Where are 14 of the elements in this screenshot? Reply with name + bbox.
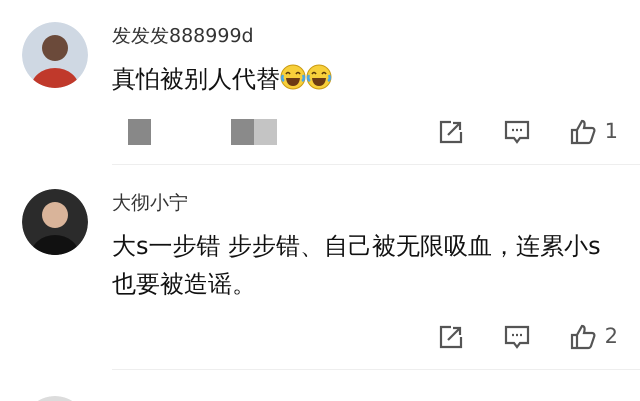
- comment-text: 真怕被别人代替: [112, 65, 280, 93]
- like-count: 1: [604, 118, 618, 146]
- thumbs-up-icon[interactable]: [568, 323, 597, 351]
- blurred-area: [128, 119, 151, 145]
- user-name[interactable]: 大彻小宁: [112, 189, 188, 217]
- comment-icon[interactable]: [502, 118, 531, 146]
- like-count: 2: [604, 323, 618, 350]
- blurred-area: [231, 119, 277, 145]
- laughing-emoji-icon: [280, 64, 306, 90]
- comment-text: 大s一步错 步步错、自己被无限吸血，连累小s也要被造谣。: [112, 232, 601, 298]
- laughing-emoji-icon: [306, 64, 332, 90]
- thumbs-up-icon[interactable]: [568, 118, 597, 146]
- user-name[interactable]: 发发发888999d: [112, 22, 254, 50]
- comment-icon[interactable]: [502, 323, 531, 351]
